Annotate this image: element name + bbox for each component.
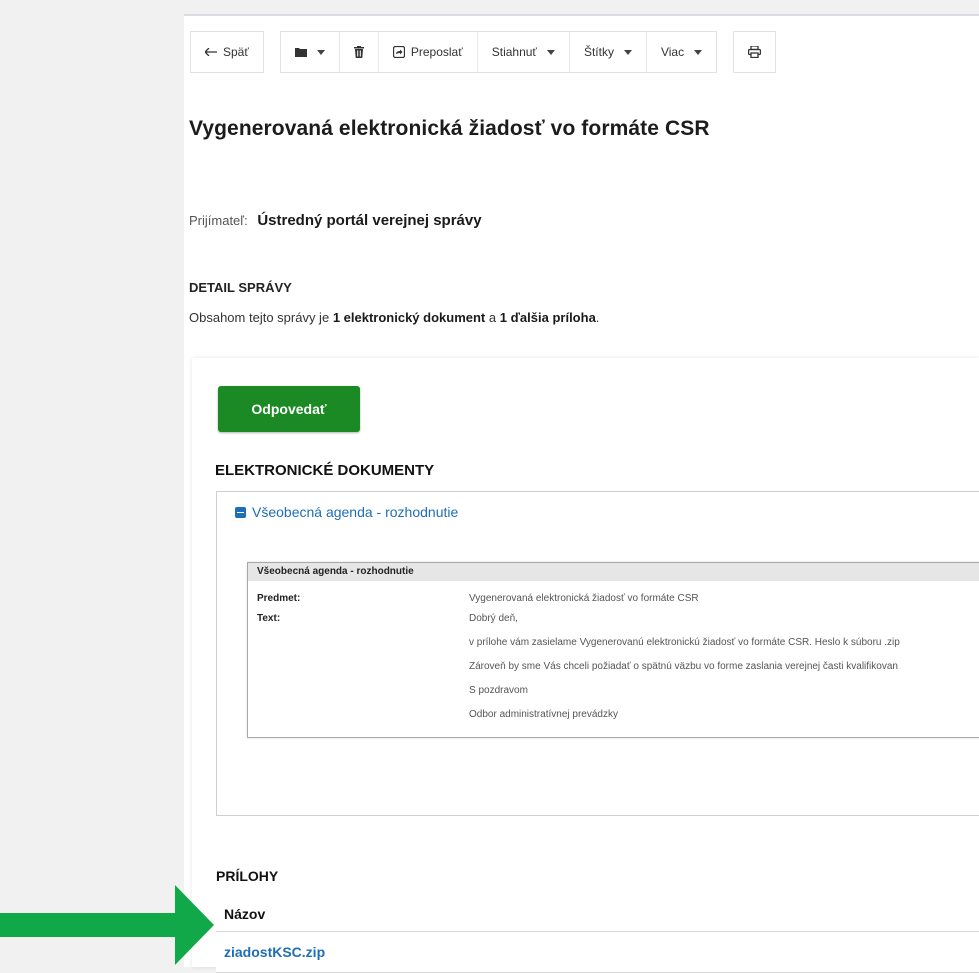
document-detail-table: Všeobecná agenda - rozhodnutie Predmet: … [247, 562, 979, 738]
documents-box: Všeobecná agenda - rozhodnutie Všeobecná… [216, 491, 979, 816]
detail-summary: Obsahom tejto správy je 1 elektronický d… [189, 310, 599, 325]
reply-button[interactable]: Odpovedať [218, 386, 360, 432]
message-title: Vygenerovaná elektronická žiadosť vo for… [189, 117, 710, 140]
text-line: Odbor administratívnej prevádzky [469, 709, 618, 720]
back-label: Späť [223, 45, 249, 59]
tags-label: Štítky [583, 45, 614, 59]
collapse-icon[interactable] [235, 506, 246, 518]
print-icon [748, 46, 762, 58]
move-folder-button[interactable] [281, 32, 340, 72]
delete-button[interactable] [340, 32, 379, 72]
more-label: Viac [660, 45, 685, 59]
detail-mid: a [488, 310, 497, 325]
attachment-row: ziadostKSC.zip [216, 931, 979, 973]
text-line: Dobrý deň, [469, 613, 518, 624]
forward-button[interactable]: Preposlať [379, 32, 478, 72]
document-link-label: Všeobecná agenda - rozhodnutie [252, 504, 459, 520]
detail-prefix: Obsahom tejto správy je [189, 310, 330, 325]
tags-dropdown[interactable]: Štítky [570, 32, 647, 72]
subject-label: Predmet: [257, 593, 301, 604]
chevron-down-icon [546, 49, 555, 55]
text-line: v prílohe vám zasielame Vygenerovanú ele… [469, 637, 900, 648]
recipient-value: Ústredný portál verejnej správy [257, 212, 482, 229]
detail-docs-count: 1 elektronický dokument [332, 310, 486, 325]
forward-icon [392, 46, 405, 58]
message-page: Späť Preposlať Stiahnuť Štítky Viac Vyge… [184, 14, 979, 973]
document-link[interactable]: Všeobecná agenda - rozhodnutie [235, 504, 458, 520]
chevron-down-icon [316, 49, 325, 55]
print-button[interactable] [734, 32, 775, 72]
recipient-label: Prijímateľ: [189, 213, 248, 228]
folder-icon [294, 47, 307, 57]
document-detail-header: Všeobecná agenda - rozhodnutie [248, 563, 979, 581]
print-group [733, 31, 777, 73]
download-label: Stiahnuť [491, 45, 537, 59]
pointer-arrow-icon [0, 885, 214, 965]
subject-value: Vygenerovaná elektronická žiadosť vo for… [469, 593, 699, 604]
more-dropdown[interactable]: Viac [647, 32, 716, 72]
attachments-section-title: PRÍLOHY [216, 868, 279, 884]
back-group: Späť [190, 31, 264, 73]
download-dropdown[interactable]: Stiahnuť [478, 32, 570, 72]
documents-section-title: ELEKTRONICKÉ DOKUMENTY [215, 462, 435, 479]
detail-att-count: 1 ďalšia príloha [499, 310, 596, 325]
message-content-card: Odpovedať ELEKTRONICKÉ DOKUMENTY Všeobec… [192, 358, 979, 973]
message-toolbar: Späť Preposlať Stiahnuť Štítky Viac [190, 31, 792, 73]
forward-label: Preposlať [410, 45, 463, 59]
arrow-left-icon [205, 48, 217, 56]
text-line: Zároveň by sme Vás chceli požiadať o spä… [469, 661, 898, 672]
chevron-down-icon [623, 49, 632, 55]
trash-icon [353, 46, 364, 58]
back-button[interactable]: Späť [191, 32, 263, 72]
action-group: Preposlať Stiahnuť Štítky Viac [279, 31, 718, 73]
text-line: S pozdravom [469, 685, 528, 696]
recipient-line: Prijímateľ: Ústredný portál verejnej spr… [189, 212, 482, 229]
chevron-down-icon [694, 49, 703, 55]
detail-suffix: . [595, 310, 600, 325]
detail-title: DETAIL SPRÁVY [189, 280, 292, 295]
text-label: Text: [257, 613, 281, 624]
